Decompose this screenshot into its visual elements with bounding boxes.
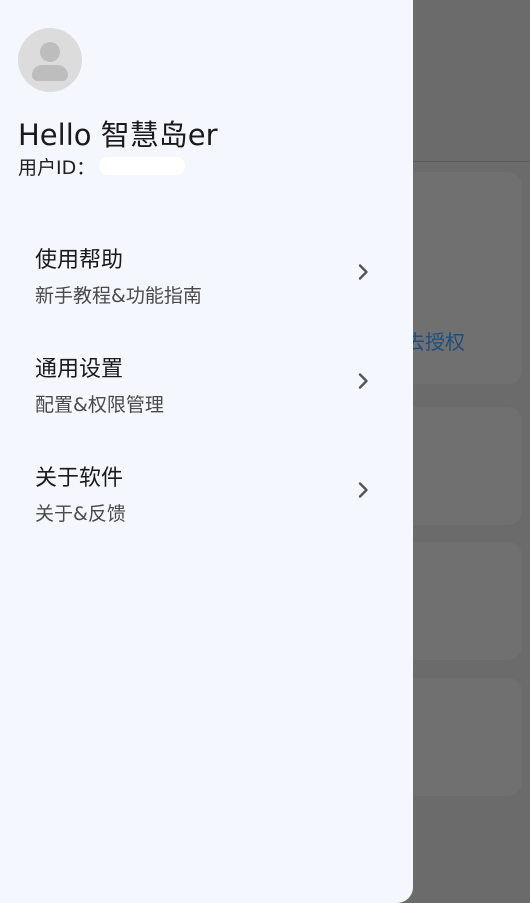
screen: 去授权 Hello 智慧岛er 用户ID： 使用帮助 新手教程&功能指南 通用设… — [0, 0, 530, 903]
user-id-value-redacted — [99, 157, 186, 175]
avatar-person-icon-body — [32, 65, 68, 81]
menu-item-about[interactable]: 关于软件 关于&反馈 — [0, 440, 413, 540]
user-id-label: 用户ID： — [18, 156, 96, 179]
avatar[interactable] — [18, 28, 82, 92]
greeting-text: Hello 智慧岛er — [18, 118, 218, 152]
avatar-person-icon — [40, 42, 60, 62]
menu-item-title: 通用设置 — [35, 357, 124, 382]
user-id-row: 用户ID： — [18, 153, 186, 179]
menu-item-subtitle: 关于&反馈 — [35, 503, 126, 525]
menu-item-subtitle: 配置&权限管理 — [35, 394, 164, 416]
chevron-right-icon — [358, 373, 368, 389]
background-authorize-link: 去授权 — [405, 330, 465, 354]
chevron-right-icon — [358, 482, 368, 498]
menu-item-title: 使用帮助 — [35, 248, 124, 273]
menu-item-help[interactable]: 使用帮助 新手教程&功能指南 — [0, 222, 413, 322]
chevron-right-icon — [358, 264, 368, 280]
menu-item-title: 关于软件 — [35, 466, 124, 491]
menu-item-subtitle: 新手教程&功能指南 — [35, 285, 202, 307]
navigation-drawer: Hello 智慧岛er 用户ID： 使用帮助 新手教程&功能指南 通用设置 配置… — [0, 0, 413, 903]
menu-item-settings[interactable]: 通用设置 配置&权限管理 — [0, 331, 413, 431]
